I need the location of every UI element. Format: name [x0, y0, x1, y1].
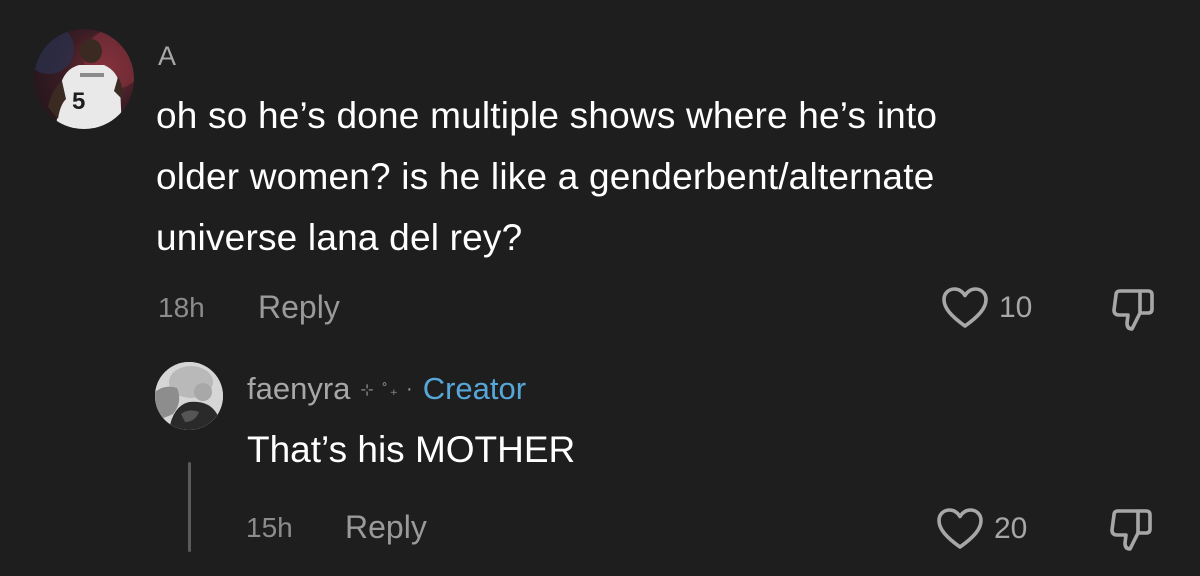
sparkle-decoration: ⊹ ˚₊ [360, 382, 401, 399]
comment-line: oh so he’s done multiple shows where he’… [156, 95, 938, 136]
reply-button[interactable]: Reply [345, 509, 427, 545]
comment-line: older women? is he like a genderbent/alt… [156, 156, 935, 197]
reply-button[interactable]: Reply [258, 289, 340, 325]
comment-thread: 5 A oh so he’s done multiple shows where… [0, 0, 1200, 576]
avatar-photo-icon: 5 [34, 29, 134, 129]
dislike-button[interactable] [1108, 507, 1156, 553]
creator-avatar[interactable] [155, 362, 223, 430]
comment-line: universe lana del rey? [156, 217, 523, 258]
thread-connector-line [188, 462, 191, 552]
jersey-number: 5 [72, 88, 85, 115]
commenter-avatar[interactable]: 5 [34, 29, 134, 129]
thumbs-down-icon [1110, 509, 1152, 551]
like-button[interactable]: 10 [941, 286, 1032, 330]
comment-body: oh so he’s done multiple shows where he’… [156, 85, 1116, 268]
reply-body: That’s his MOTHER [247, 429, 576, 470]
like-count: 10 [999, 291, 1033, 324]
avatar-photo-icon [155, 362, 223, 430]
heart-outline-icon [937, 508, 983, 549]
comment-timestamp: 18h [158, 292, 205, 323]
creator-username[interactable]: faenyra [247, 371, 350, 407]
commenter-username[interactable]: A [158, 40, 176, 72]
separator-dot: · [406, 378, 413, 400]
like-count: 20 [994, 512, 1028, 545]
dislike-button[interactable] [1110, 287, 1158, 333]
creator-badge: Creator [422, 371, 527, 406]
reply-header: faenyra ⊹ ˚₊ · Creator [247, 371, 526, 407]
like-button[interactable]: 20 [936, 507, 1027, 551]
heart-outline-icon [942, 287, 988, 328]
reply-timestamp: 15h [246, 512, 293, 543]
thumbs-down-icon [1112, 289, 1154, 331]
